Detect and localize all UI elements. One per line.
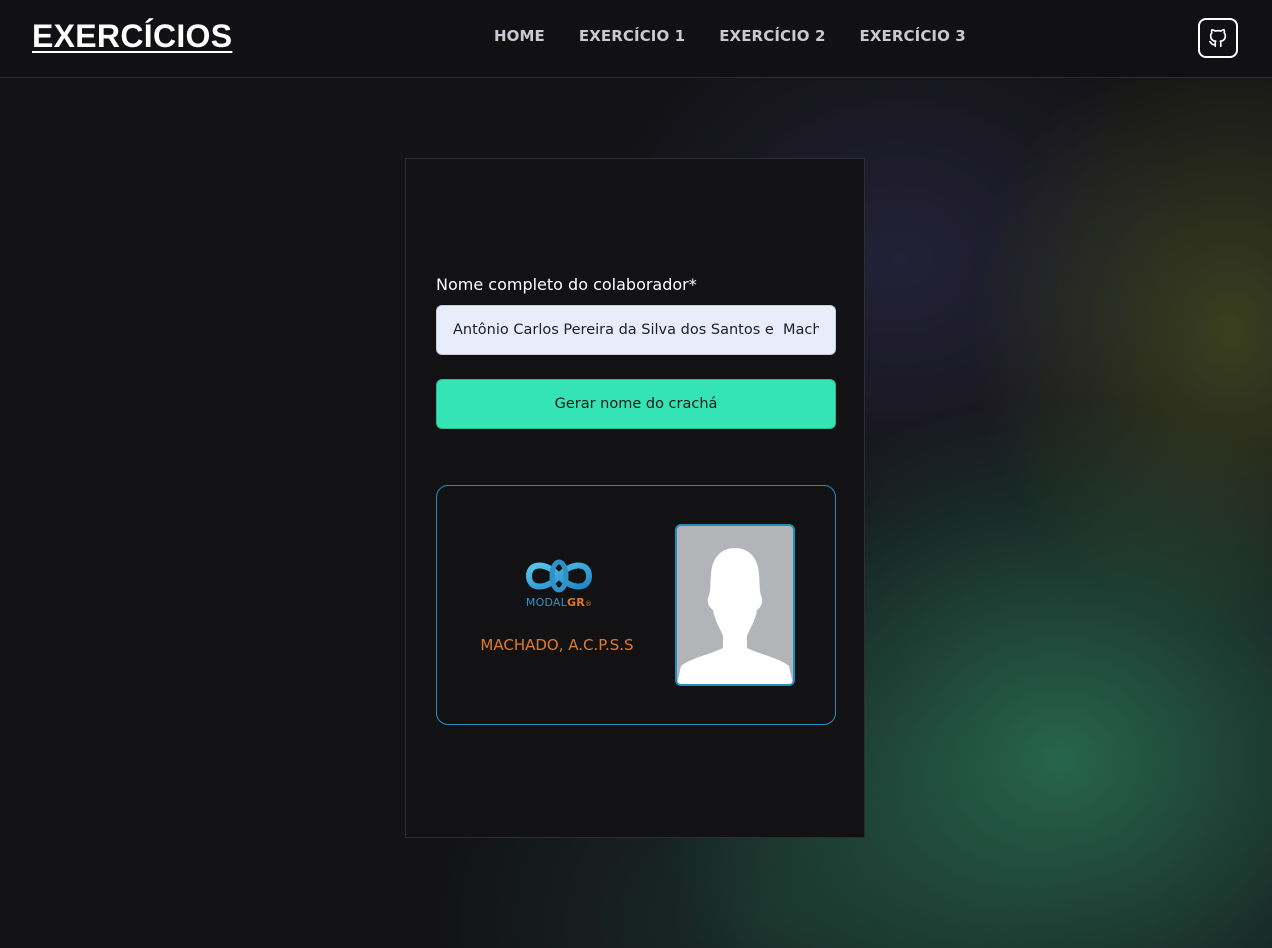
brand-link[interactable]: EXERCÍCIOS [32, 18, 232, 55]
logo-registered-mark: ® [584, 600, 593, 608]
badge-name-text: MACHADO, A.C.P.S.S [480, 636, 634, 654]
photo-placeholder [675, 524, 795, 686]
person-silhouette-icon [677, 548, 793, 684]
nav-exercicio-3[interactable]: EXERCÍCIO 3 [860, 27, 966, 45]
github-icon [1208, 28, 1227, 48]
name-field-label: Nome completo do colaborador* [436, 275, 697, 294]
main-nav: HOME EXERCÍCIO 1 EXERCÍCIO 2 EXERCÍCIO 3 [494, 27, 966, 45]
nav-exercicio-2[interactable]: EXERCÍCIO 2 [719, 27, 825, 45]
nav-home[interactable]: HOME [494, 27, 545, 45]
logo-wordmark: MODALGR® [519, 596, 599, 609]
employee-name-input[interactable] [436, 305, 836, 355]
generate-badge-button[interactable]: Gerar nome do crachá [436, 379, 836, 429]
top-navbar: EXERCÍCIOS HOME EXERCÍCIO 1 EXERCÍCIO 2 … [0, 0, 1272, 78]
badge-generator-card: Nome completo do colaborador* Gerar nome… [405, 158, 865, 838]
company-logo: MODALGR® [519, 556, 599, 612]
logo-text-modal: MODAL [525, 596, 567, 609]
infinity-logo-icon [525, 559, 593, 593]
logo-text-gr: GR [566, 596, 585, 609]
nav-exercicio-1[interactable]: EXERCÍCIO 1 [579, 27, 685, 45]
github-button[interactable] [1198, 18, 1238, 58]
badge-preview: MODALGR® MACHADO, A.C.P.S.S [436, 485, 836, 725]
